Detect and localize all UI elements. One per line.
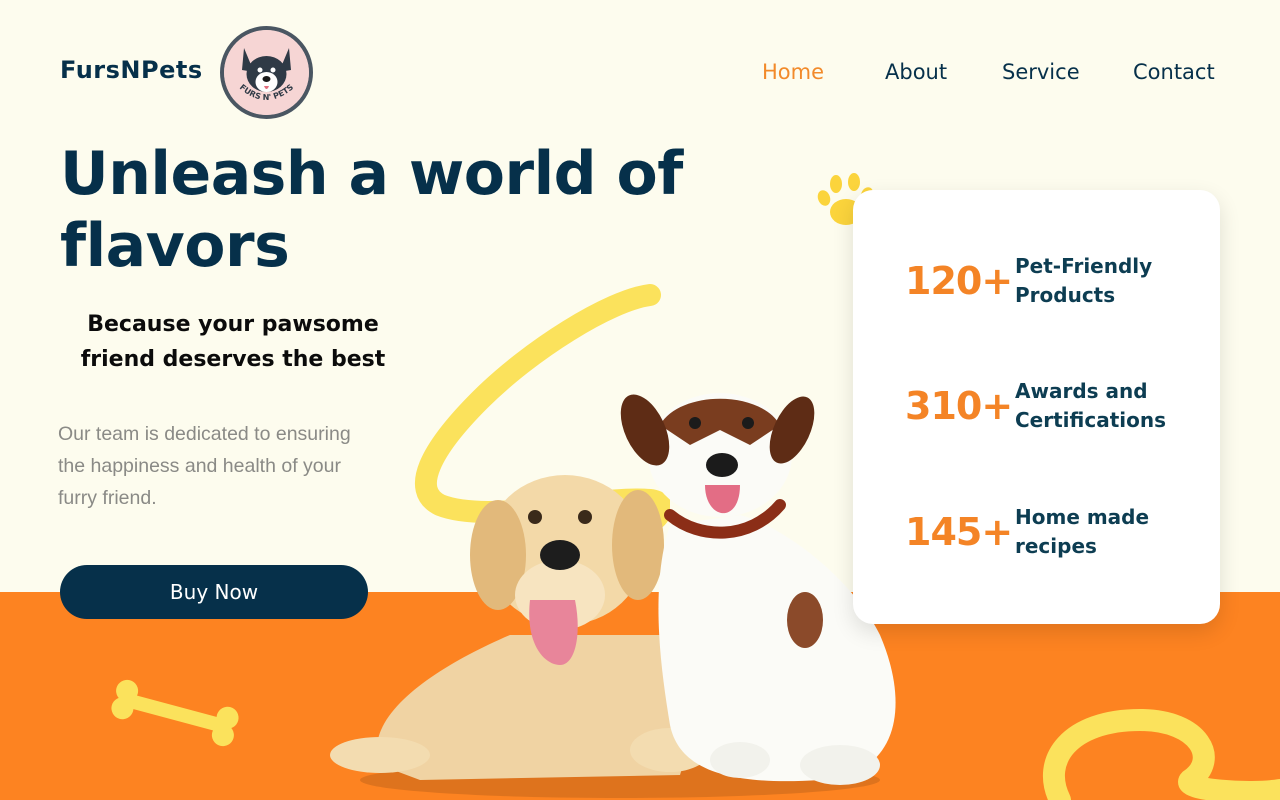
buy-now-button[interactable]: Buy Now xyxy=(60,565,368,619)
hero-description: Our team is dedicated to ensuring the ha… xyxy=(58,423,351,509)
hero-tagline: Because your pawsome friend deserves the… xyxy=(80,312,386,372)
nav-contact[interactable]: Contact xyxy=(1133,60,1215,84)
stat-awards: 310+ Awards and Certifications xyxy=(905,377,1185,435)
stat-label: Pet-Friendly Products xyxy=(1015,254,1153,307)
dog-logo-icon[interactable]: FURS N' PETS xyxy=(220,26,313,119)
stat-number: 145+ xyxy=(905,510,1013,554)
hero-title: Unleash a world of flavors xyxy=(60,139,683,281)
stat-products: 120+ Pet-Friendly Products xyxy=(905,252,1185,310)
brand-name[interactable]: FursNPets xyxy=(60,56,203,84)
stat-label: Home made recipes xyxy=(1015,505,1150,558)
nav-about[interactable]: About xyxy=(885,60,947,84)
bone-icon xyxy=(111,679,239,747)
dogs-image xyxy=(330,393,896,798)
stats-card: 120+ Pet-Friendly Products 310+ Awards a… xyxy=(853,190,1220,624)
nav-home[interactable]: Home xyxy=(762,60,824,84)
nav-service[interactable]: Service xyxy=(1002,60,1080,84)
yellow-curl-decoration xyxy=(1043,708,1280,800)
stat-number: 310+ xyxy=(905,384,1013,428)
stat-recipes: 145+ Home made recipes xyxy=(905,503,1185,561)
stat-number: 120+ xyxy=(905,259,1013,303)
stat-label: Awards and Certifications xyxy=(1015,379,1166,432)
